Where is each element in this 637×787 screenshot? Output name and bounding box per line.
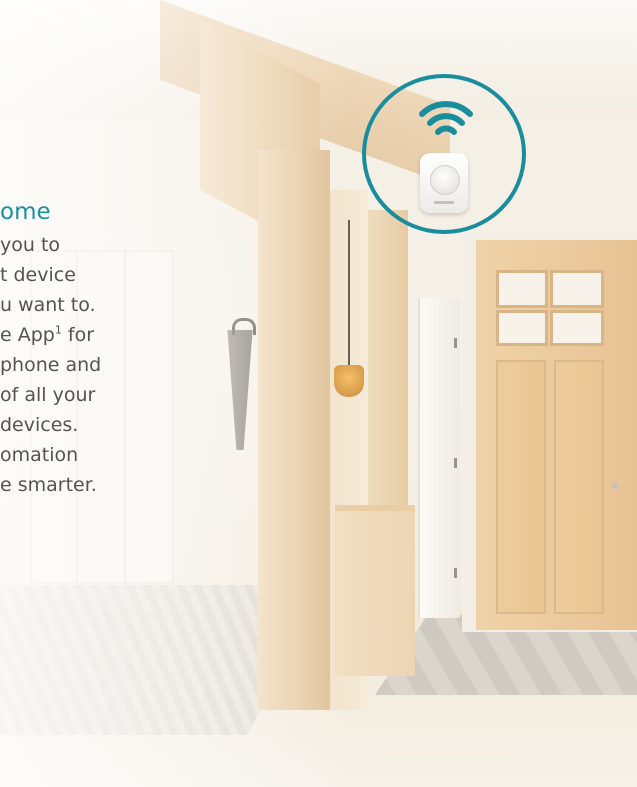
body-line: e App1 for bbox=[0, 320, 94, 350]
body-line-suffix: for bbox=[61, 324, 95, 346]
body-line: phone and bbox=[0, 354, 102, 376]
body-line: t device bbox=[0, 264, 76, 286]
footnote-marker: 1 bbox=[54, 323, 62, 337]
sensor-lens bbox=[430, 165, 460, 195]
body-line: e smarter. bbox=[0, 474, 97, 496]
body-line: you to bbox=[0, 234, 61, 256]
body-line: of all your bbox=[0, 384, 96, 406]
body-line: u want to. bbox=[0, 294, 96, 316]
motion-sensor-icon bbox=[420, 153, 468, 213]
image-fade bbox=[0, 0, 637, 787]
body-line: devices. bbox=[0, 414, 79, 436]
body-line-text: e App bbox=[0, 324, 55, 346]
hallway-scene bbox=[0, 0, 637, 787]
sensor-logo bbox=[434, 201, 454, 204]
section-heading: ome bbox=[0, 199, 51, 225]
wifi-icon bbox=[419, 101, 473, 135]
body-line: omation bbox=[0, 444, 79, 466]
